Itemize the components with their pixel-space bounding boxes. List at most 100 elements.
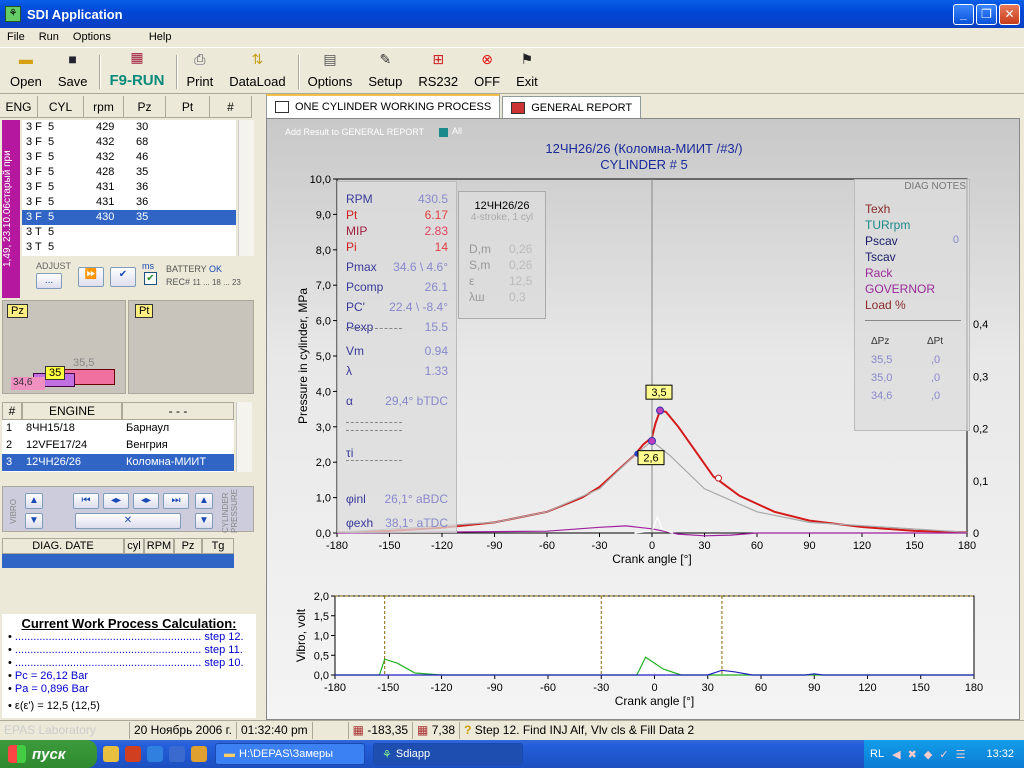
param-label: RPM: [346, 192, 373, 206]
f9-run-button[interactable]: ▦ F9-RUN: [105, 48, 168, 93]
clear-button[interactable]: ✕: [75, 513, 181, 529]
menu-file[interactable]: File: [0, 31, 32, 43]
options-button[interactable]: ▤ Options: [304, 50, 357, 93]
engine-list-row[interactable]: 1 8ЧН15/18 Барнаул: [2, 420, 234, 437]
eng-table-cell: 3 F: [26, 151, 42, 163]
setup-button[interactable]: ✎ Setup: [364, 50, 406, 93]
param-label: PC': [346, 300, 365, 314]
fast-forward-button[interactable]: ⏩: [78, 267, 104, 287]
tab-general-report[interactable]: GENERAL REPORT: [502, 96, 642, 118]
col-diag-date[interactable]: DIAG. DATE: [2, 538, 124, 554]
battery-label: BATTERY OK: [166, 264, 223, 274]
title-bar: ⚘ SDI Application _ ❐ ✕: [0, 0, 1024, 28]
eng-table-row[interactable]: 3 F 5 431 36: [22, 180, 236, 195]
vibro-up-button[interactable]: ▲: [25, 493, 43, 509]
y-tick-label: 2,0: [314, 591, 329, 603]
eng-table-row[interactable]: 3 F 5 429 30: [22, 120, 236, 135]
col-pt[interactable]: Pt: [166, 96, 210, 118]
prev-button[interactable]: ◂▸: [103, 493, 129, 509]
col-pz[interactable]: Pz: [174, 538, 202, 554]
menu-help[interactable]: Help: [142, 31, 179, 43]
open-button[interactable]: ▬ Open: [6, 50, 46, 93]
port-icon: ⊞: [432, 51, 445, 67]
eng-table-row[interactable]: 3 F 5 432 68: [22, 135, 236, 150]
ie-icon[interactable]: [147, 746, 163, 762]
eng-table-row[interactable]: 3 T 5: [22, 225, 236, 240]
save-button[interactable]: ■ Save: [54, 50, 92, 93]
eng-table-cell: 3 F: [26, 121, 42, 133]
ms-checkbox[interactable]: ✔: [144, 272, 157, 285]
series-line-3: [634, 515, 674, 534]
col-rpm[interactable]: RPM: [144, 538, 174, 554]
vibro-controls: VIBRO ▲ ▼ ⏮ ◂▸ ◂▸ ⏭ ✕ ▲ ▼ CYLINDER PRESS…: [2, 486, 254, 533]
eng-table-row[interactable]: 3 F 5 431 36: [22, 195, 236, 210]
col-rpm[interactable]: rpm: [84, 96, 124, 118]
last-button[interactable]: ⏭: [163, 493, 189, 509]
adjust-row: ADJUST ... ⏩ ✔ ms ✔ BATTERY OK REC# 11 .…: [22, 259, 254, 295]
col-engine[interactable]: ENGINE: [22, 402, 122, 420]
media-icon[interactable]: [125, 746, 141, 762]
engine-list-cell: 12VFE17/24: [26, 439, 88, 451]
browser-icon[interactable]: [169, 746, 185, 762]
vibro-down-button[interactable]: ▼: [25, 513, 43, 529]
col-cyl[interactable]: CYL: [38, 96, 84, 118]
status-blank: [313, 721, 349, 739]
col-cyl[interactable]: cyl: [124, 538, 144, 554]
diag-table-selected-row[interactable]: [2, 554, 234, 568]
delta-value: 34,6: [871, 390, 893, 402]
dataload-button[interactable]: ⇅ DataLoad: [225, 50, 289, 93]
y-tick-label: 1,0: [314, 631, 329, 643]
engine-list-row[interactable]: 2 12VFE17/24 Венгрия: [2, 437, 234, 454]
start-button[interactable]: пуск: [0, 740, 97, 768]
eng-table-row[interactable]: 3 F 5 430 35: [22, 210, 236, 225]
pressure-down-button[interactable]: ▼: [195, 513, 213, 529]
engine-list-cell: Венгрия: [126, 439, 168, 451]
menu-options[interactable]: Options: [66, 31, 118, 43]
engine-list-cell: Коломна-МИИТ: [126, 456, 207, 468]
col-pz[interactable]: Pz: [124, 96, 166, 118]
exit-button[interactable]: ⚑ Exit: [512, 50, 542, 93]
player-icon[interactable]: [191, 746, 207, 762]
language-indicator[interactable]: RL: [870, 748, 884, 760]
next-button[interactable]: ◂▸: [133, 493, 159, 509]
col-location[interactable]: - - -: [122, 402, 234, 420]
eng-table-row[interactable]: 3 F 5 428 35: [22, 165, 236, 180]
rs232-button[interactable]: ⊞ RS232: [414, 50, 462, 93]
close-button[interactable]: ✕: [999, 4, 1020, 25]
pressure-up-button[interactable]: ▲: [195, 493, 213, 509]
off-button[interactable]: ⊗ OFF: [470, 50, 504, 93]
taskbar-item-sdiapp[interactable]: ⚘ Sdiapp: [373, 743, 523, 765]
pmax-marker: [656, 406, 665, 415]
minimize-button[interactable]: _: [953, 4, 974, 25]
folder-icon: ▬: [18, 51, 33, 67]
eng-table-cell: [92, 240, 132, 255]
eng-table-row[interactable]: 3 T 5: [22, 240, 236, 255]
delta-value: ,0: [931, 372, 941, 384]
adjust-button[interactable]: ...: [36, 273, 62, 289]
menu-run[interactable]: Run: [32, 31, 66, 43]
calc-step-line: • ......................................…: [8, 631, 244, 643]
y2-tick-label: 0,2: [973, 424, 988, 436]
y-tick-label: 0,0: [314, 670, 329, 682]
confirm-button[interactable]: ✔: [110, 267, 136, 287]
eng-table-cell: 5: [48, 136, 55, 148]
engine-list-row[interactable]: 3 12ЧН26/26 Коломна-МИИТ: [2, 454, 234, 471]
eng-table-cell: 35: [136, 211, 149, 223]
col-eng[interactable]: ENG: [0, 96, 38, 118]
col-index[interactable]: #: [2, 402, 22, 420]
eng-table-scrollbar[interactable]: [238, 120, 254, 256]
eng-table-row[interactable]: 3 F 5 432 46: [22, 150, 236, 165]
col-num[interactable]: #: [210, 96, 252, 118]
taskbar-item-explorer[interactable]: ▬ H:\DEPAS\Замеры: [215, 743, 365, 765]
eng-table-header: ENG CYL rpm Pz Pt #: [0, 96, 258, 118]
col-tg[interactable]: Tg: [202, 538, 234, 554]
engine-spec-value: 0,26: [509, 258, 533, 272]
first-button[interactable]: ⏮: [73, 493, 99, 509]
print-button[interactable]: ⎙ Print: [182, 50, 217, 93]
tab-one-cylinder[interactable]: ONE CYLINDER WORKING PROCESS: [266, 94, 501, 118]
x-tick-label: 180: [965, 682, 983, 694]
taskbar: пуск ▬ H:\DEPAS\Замеры ⚘ Sdiapp RL ◀ ✖ ◆ ✓…: [0, 740, 1024, 768]
restore-button[interactable]: ❐: [976, 4, 997, 25]
engine-list-scrollbar[interactable]: [236, 402, 252, 472]
explorer-icon[interactable]: [103, 746, 119, 762]
